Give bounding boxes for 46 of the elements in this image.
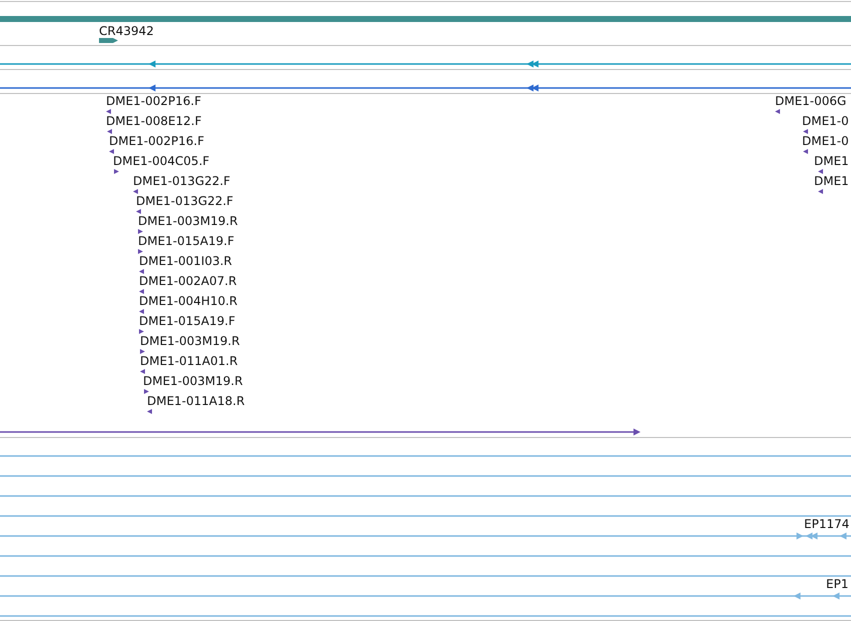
strand-arrow-icon[interactable] (144, 389, 149, 394)
feature-label: DME1-011A18.R (147, 394, 245, 408)
strand-arrow-icon[interactable] (818, 189, 823, 194)
gene-block[interactable] (99, 38, 118, 43)
strand-arrow-icon[interactable] (140, 349, 145, 354)
strand-arrow-icon[interactable] (147, 409, 152, 414)
feature-label: DME1-001I03.R (139, 254, 232, 268)
feature-label: DME1-003M19.R (140, 334, 240, 348)
feature-label: DME1-002P16.F (109, 134, 204, 148)
feature-label: EP1174 (804, 517, 850, 531)
strand-arrow-icon[interactable] (139, 289, 144, 294)
feature-label: DME1-004H10.R (139, 294, 238, 308)
feature-label: DME1-003M19.R (138, 214, 238, 228)
strand-arrow-icon[interactable] (139, 269, 144, 274)
feature-label: DME1-0 (802, 134, 849, 148)
feature-label: DME1-011A01.R (140, 354, 238, 368)
strand-arrow-icon[interactable] (136, 209, 141, 214)
feature-label: CR43942 (99, 24, 154, 38)
strand-arrow-icon[interactable] (139, 329, 144, 334)
feature-label: DME1-002A07.R (139, 274, 237, 288)
strand-arrow-icon[interactable] (109, 149, 114, 154)
feature-label: EP1 (826, 577, 848, 591)
strand-arrow-icon[interactable] (138, 249, 143, 254)
feature-label: DME1-003M19.R (143, 374, 243, 388)
feature-label: DME1-015A19.F (138, 234, 234, 248)
strand-arrow-icon[interactable] (803, 149, 808, 154)
feature-label: DME1-013G22.F (136, 194, 234, 208)
feature-label: DME1 (814, 154, 849, 168)
feature-label: DME1 (814, 174, 849, 188)
strand-arrow-icon[interactable] (775, 109, 780, 114)
strand-arrow-icon[interactable] (133, 189, 138, 194)
strand-arrow-icon[interactable] (140, 369, 145, 374)
strand-arrow-icon[interactable] (107, 129, 112, 134)
strand-arrow-icon[interactable] (106, 109, 111, 114)
feature-label: DME1-004C05.F (113, 154, 210, 168)
strand-arrow-icon[interactable] (139, 309, 144, 314)
feature-label: DME1-002P16.F (106, 94, 202, 108)
feature-label: DME1-013G22.F (133, 174, 230, 188)
feature-label: DME1-006G (775, 94, 846, 108)
strand-arrow-icon[interactable] (818, 169, 823, 174)
feature-label: DME1-015A19.F (139, 314, 236, 328)
strand-arrow-icon[interactable] (114, 169, 119, 174)
feature-label: DME1-0 (802, 114, 849, 128)
strand-arrow-icon[interactable] (138, 229, 143, 234)
feature-label: DME1-008E12.F (106, 114, 202, 128)
strand-arrow-icon[interactable] (803, 129, 808, 134)
